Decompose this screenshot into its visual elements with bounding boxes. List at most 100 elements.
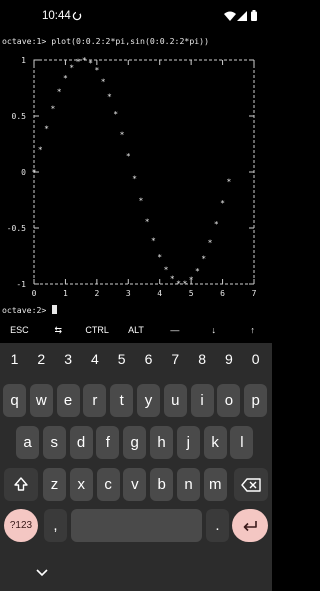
key-l[interactable]: l — [230, 426, 254, 459]
key-t[interactable]: t — [110, 384, 134, 417]
key-o[interactable]: o — [217, 384, 241, 417]
key-j[interactable]: j — [176, 426, 200, 459]
key-i[interactable]: i — [190, 384, 214, 417]
data-point: * — [201, 255, 206, 264]
data-point: * — [226, 177, 231, 186]
key-3[interactable]: 3 — [57, 343, 80, 376]
data-point: * — [88, 59, 93, 68]
shift-key[interactable] — [4, 468, 38, 501]
extra-key[interactable]: ⇆ — [55, 325, 63, 336]
status-time: 10:44 — [42, 10, 71, 22]
key-8[interactable]: 8 — [191, 343, 214, 376]
enter-key[interactable] — [232, 509, 268, 542]
key-b[interactable]: b — [150, 468, 174, 501]
key-p[interactable]: p — [244, 384, 268, 417]
data-point: * — [132, 174, 137, 183]
period-key[interactable]: . — [206, 509, 229, 542]
data-point: * — [76, 58, 81, 67]
data-point: * — [195, 267, 200, 276]
key-e[interactable]: e — [56, 384, 80, 417]
status-bar: 10:44 — [0, 0, 272, 34]
backspace-key[interactable] — [234, 468, 268, 501]
data-point: * — [63, 74, 68, 83]
y-tick-label: -0.5 — [7, 224, 26, 233]
key-w[interactable]: w — [29, 384, 53, 417]
data-point: * — [220, 199, 225, 208]
extra-key[interactable]: ESC — [10, 325, 29, 335]
data-point: * — [182, 280, 187, 289]
wifi-icon — [224, 11, 236, 21]
key-a[interactable]: a — [16, 426, 39, 459]
sine-plot: 10.50-0.5-10 1 2 3 4 5 6 7******** * ************… — [7, 56, 257, 298]
key-4[interactable]: 4 — [83, 343, 106, 376]
symbols-key[interactable]: ?123 — [4, 509, 38, 542]
comma-key[interactable]: , — [44, 509, 67, 542]
data-point: * — [101, 78, 106, 87]
key-k[interactable]: k — [203, 426, 227, 459]
terminal-view[interactable]: octave:1> plot(0:0.2:2*pi,sin(0:0.2:2*pi… — [0, 34, 272, 320]
data-point: * — [38, 146, 43, 155]
key-y[interactable]: y — [137, 384, 160, 417]
data-point: * — [214, 220, 219, 229]
key-n[interactable]: n — [177, 468, 200, 501]
data-point: * — [145, 218, 150, 227]
extra-key[interactable]: CTRL — [85, 325, 109, 335]
key-2[interactable]: 2 — [30, 343, 53, 376]
data-point: * — [164, 266, 169, 275]
extra-key[interactable]: — — [170, 325, 179, 335]
prompt-text: octave:2> — [2, 305, 52, 315]
extra-key[interactable]: ↓ — [211, 325, 216, 335]
data-point: * — [107, 92, 112, 101]
x-tick-label: 0 — [32, 289, 37, 298]
key-m[interactable]: m — [203, 468, 227, 501]
key-z[interactable]: z — [43, 468, 66, 501]
x-tick-label: 7 — [252, 289, 257, 298]
data-point: * — [138, 197, 143, 206]
data-point: * — [69, 64, 74, 73]
key-s[interactable]: s — [42, 426, 66, 459]
key-q[interactable]: q — [3, 384, 26, 417]
key-7[interactable]: 7 — [164, 343, 187, 376]
y-tick-label: -1 — [16, 280, 26, 289]
key-9[interactable]: 9 — [217, 343, 240, 376]
key-d[interactable]: d — [69, 426, 93, 459]
soft-keyboard: 1234567890 qwertyuiop asdfghjkl zxcvbnm … — [0, 343, 272, 591]
key-5[interactable]: 5 — [110, 343, 133, 376]
key-f[interactable]: f — [96, 426, 120, 459]
x-tick-label: 6 — [220, 289, 225, 298]
y-tick-label: 0.5 — [12, 112, 27, 121]
plot-frame — [33, 59, 255, 285]
key-r[interactable]: r — [83, 384, 107, 417]
chevron-down-icon[interactable] — [36, 569, 48, 577]
shift-icon — [14, 477, 28, 491]
key-u[interactable]: u — [163, 384, 187, 417]
current-prompt[interactable]: octave:2> — [2, 305, 58, 315]
sync-icon — [72, 11, 82, 21]
x-tick-label: 3 — [126, 289, 131, 298]
key-g[interactable]: g — [123, 426, 147, 459]
data-point: * — [94, 66, 99, 75]
key-c[interactable]: c — [96, 468, 120, 501]
data-point: * — [170, 275, 175, 284]
key-6[interactable]: 6 — [137, 343, 160, 376]
enter-icon — [243, 521, 257, 532]
data-point: * — [208, 239, 213, 248]
x-tick-label: 4 — [157, 289, 162, 298]
extra-key[interactable]: ↑ — [250, 325, 255, 335]
space-bar[interactable] — [71, 509, 202, 542]
data-point: * — [44, 124, 49, 133]
data-point: * — [157, 253, 162, 262]
key-v[interactable]: v — [123, 468, 147, 501]
data-point: * — [50, 105, 55, 114]
battery-icon — [251, 10, 257, 21]
key-h[interactable]: h — [150, 426, 173, 459]
extra-key[interactable]: ALT — [128, 325, 144, 335]
key-x[interactable]: x — [69, 468, 93, 501]
data-point: * — [57, 88, 62, 97]
key-0[interactable]: 0 — [244, 343, 267, 376]
y-tick-label: 1 — [21, 56, 26, 65]
data-point: * — [82, 56, 87, 65]
key-1[interactable]: 1 — [3, 343, 26, 376]
data-point: * — [113, 110, 118, 119]
text-cursor — [52, 305, 58, 314]
